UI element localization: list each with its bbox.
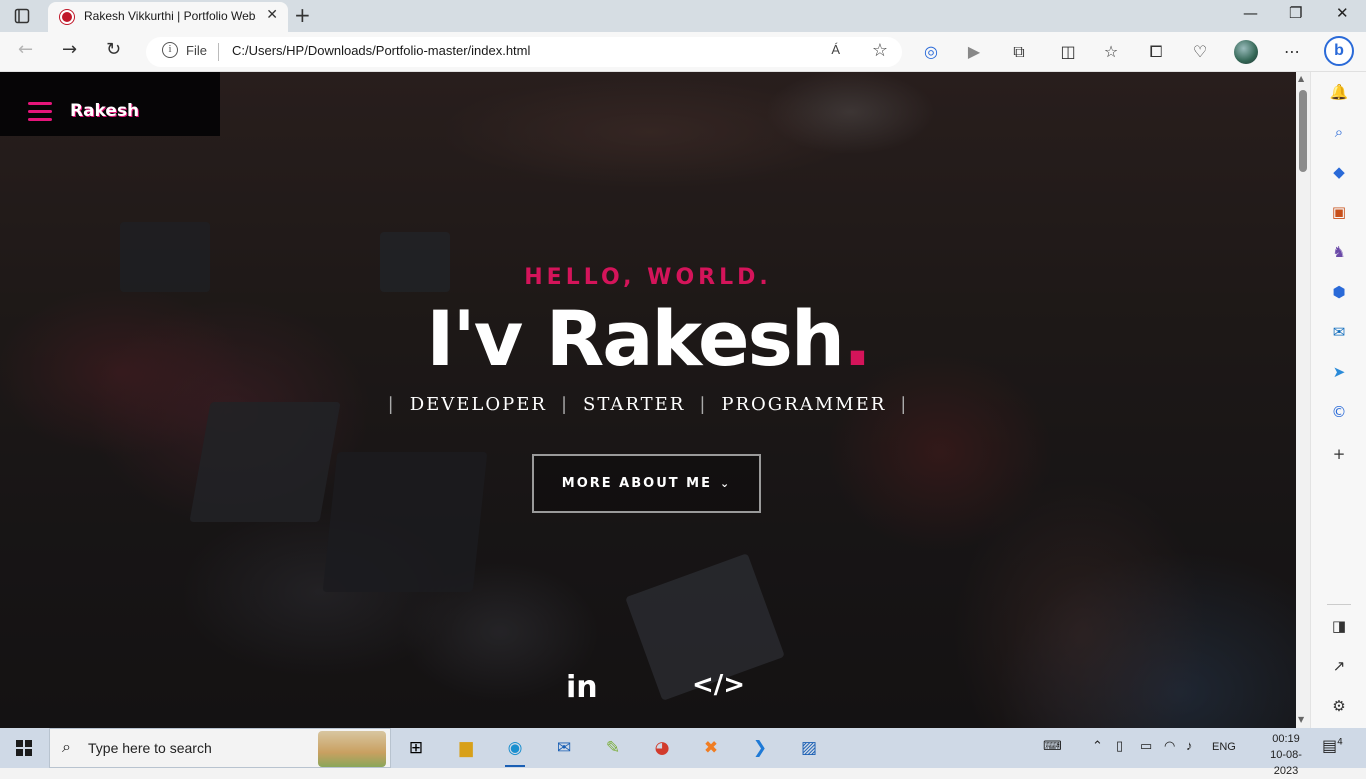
notification-count: 4 [1337, 737, 1343, 748]
read-aloud-icon[interactable]: Á [831, 42, 840, 57]
taskbar-search-placeholder: Type here to search [88, 740, 212, 756]
tab-title: Rakesh Vikkurthi | Portfolio Webs [84, 9, 256, 23]
info-icon[interactable]: i [162, 42, 178, 58]
bing-icon[interactable]: b [1324, 36, 1354, 66]
drop-icon[interactable]: ➤ [1329, 362, 1349, 382]
minimize-button[interactable]: — [1243, 4, 1258, 22]
address-bar[interactable]: i File C:/Users/HP/Downloads/Portfolio-m… [146, 37, 902, 67]
code-icon[interactable]: </> [692, 670, 745, 700]
search-icon: ⌕ [62, 737, 71, 756]
tools-icon[interactable]: ▣ [1329, 202, 1349, 222]
favorites-icon[interactable]: ☆ [1100, 41, 1122, 63]
page-scrollbar[interactable]: ▲ ▼ [1296, 72, 1310, 728]
linkedin-icon[interactable]: in [566, 670, 598, 705]
close-window-button[interactable]: ✕ [1336, 4, 1349, 22]
notification-center-icon[interactable]: ▤4 [1322, 736, 1343, 755]
notepad-plus-icon[interactable]: ✎ [599, 734, 627, 762]
profile-icon[interactable] [1234, 40, 1258, 64]
search-icon[interactable]: ⌕ [1329, 122, 1349, 142]
volume-icon[interactable]: ♪ [1186, 738, 1193, 753]
mail-icon[interactable]: ✉ [550, 734, 578, 762]
vscode-icon[interactable]: ❯ [746, 734, 774, 762]
site-header: Rakesh [0, 72, 220, 136]
scroll-up-icon[interactable]: ▲ [1298, 74, 1304, 83]
shopping-icon[interactable]: ◆ [1329, 162, 1349, 182]
more-about-me-button[interactable]: MORE ABOUT ME ⌄ [532, 454, 761, 513]
add-sidebar-app-icon[interactable]: + [1329, 444, 1349, 464]
scrollbar-thumb[interactable] [1299, 90, 1307, 172]
office-icon[interactable]: ⬢ [1329, 282, 1349, 302]
system-clock[interactable]: 00:19 10-08-2023 [1262, 731, 1310, 779]
notifications-icon[interactable]: 🔔 [1329, 82, 1349, 102]
greeting-text: HELLO, WORLD. [524, 265, 772, 290]
language-indicator[interactable]: ENG [1212, 741, 1236, 753]
taskbar-search-box[interactable]: ⌕ Type here to search [49, 728, 391, 768]
edge-sidebar: 🔔 ⌕ ◆ ▣ ♞ ⬢ ✉ ➤ © + ◨ ↗ ⚙ [1310, 72, 1366, 728]
new-tab-button[interactable]: + [294, 3, 311, 27]
copilot-icon[interactable]: © [1329, 402, 1349, 422]
device-icon[interactable]: ▯ [1116, 738, 1123, 754]
role-item: DEVELOPER [409, 394, 547, 415]
battery-icon[interactable]: ▭ [1140, 738, 1152, 754]
split-screen-icon[interactable]: ◫ [1057, 41, 1079, 63]
browser-toolbar: ← → ↻ i File C:/Users/HP/Downloads/Portf… [0, 32, 1366, 72]
roles-line: | DEVELOPER | STARTER | PROGRAMMER | [387, 394, 909, 415]
hide-sidebar-icon[interactable]: ◨ [1329, 616, 1349, 636]
page-viewport: Rakesh HELLO, WORLD. I'v Rakesh. | DEVELO… [0, 72, 1296, 728]
role-item: STARTER [583, 394, 686, 415]
games-icon[interactable]: ♞ [1329, 242, 1349, 262]
hero-name-text: I'v Rakesh [426, 294, 845, 383]
back-icon[interactable]: ← [18, 39, 33, 60]
wifi-icon[interactable]: ◠ [1164, 738, 1175, 754]
collections-icon[interactable]: ⧠ [1145, 41, 1167, 63]
windows-start-icon[interactable] [16, 740, 32, 756]
task-view-icon[interactable]: ⊞ [402, 734, 430, 762]
more-about-me-label: MORE ABOUT ME [561, 476, 712, 491]
active-tab[interactable]: Rakesh Vikkurthi | Portfolio Webs ✕ [48, 2, 288, 32]
play-icon[interactable]: ▶ [963, 41, 985, 63]
browser-tab-bar: Rakesh Vikkurthi | Portfolio Webs ✕ + — … [0, 0, 1366, 32]
restore-button[interactable]: ❐ [1289, 4, 1302, 22]
url-text[interactable]: C:/Users/HP/Downloads/Portfolio-master/i… [232, 43, 530, 58]
more-icon[interactable]: ⋯ [1281, 41, 1303, 63]
xampp-icon[interactable]: ✖ [697, 734, 725, 762]
refresh-icon[interactable]: ↻ [106, 39, 121, 60]
performance-icon[interactable]: ♡ [1189, 41, 1211, 63]
tray-overflow-icon[interactable]: ⌃ [1092, 738, 1103, 754]
clock-date: 10-08-2023 [1270, 749, 1302, 777]
forward-icon[interactable]: → [62, 39, 77, 60]
address-separator [218, 43, 219, 61]
tab-close-button[interactable]: ✕ [266, 7, 278, 23]
search-highlight-image [318, 731, 386, 767]
site-favicon-icon [60, 10, 74, 24]
outlook-icon[interactable]: ✉ [1329, 322, 1349, 342]
settings-gear-icon[interactable]: ⚙ [1329, 696, 1349, 716]
keyboard-icon[interactable]: ⌨ [1043, 738, 1062, 754]
hero-name: I'v Rakesh. [0, 294, 1296, 383]
scroll-down-icon[interactable]: ▼ [1298, 715, 1304, 724]
edge-icon[interactable]: ◉ [501, 734, 529, 767]
favorite-star-icon[interactable]: ☆ [872, 40, 888, 61]
hamburger-menu-icon[interactable] [28, 102, 52, 122]
chrome-icon[interactable]: ◕ [648, 734, 676, 762]
clock-time: 00:19 [1272, 733, 1300, 745]
windows-taskbar: ⌕ Type here to search ⊞ ▆ ◉ ✉ ✎ ◕ ✖ ❯ ▨ … [0, 728, 1366, 777]
open-external-icon[interactable]: ↗ [1329, 656, 1349, 676]
photos-icon[interactable]: ▨ [795, 734, 823, 762]
hero-name-dot: . [842, 294, 872, 383]
extensions-icon[interactable]: ⧉ [1008, 41, 1030, 63]
brand-logo[interactable]: Rakesh [70, 101, 139, 121]
role-item: PROGRAMMER [721, 394, 887, 415]
tab-actions-icon[interactable] [14, 8, 30, 24]
tracking-icon[interactable]: ◎ [920, 41, 942, 63]
chevron-down-icon: ⌄ [719, 477, 732, 490]
file-label: File [186, 43, 207, 58]
file-explorer-icon[interactable]: ▆ [452, 734, 480, 762]
